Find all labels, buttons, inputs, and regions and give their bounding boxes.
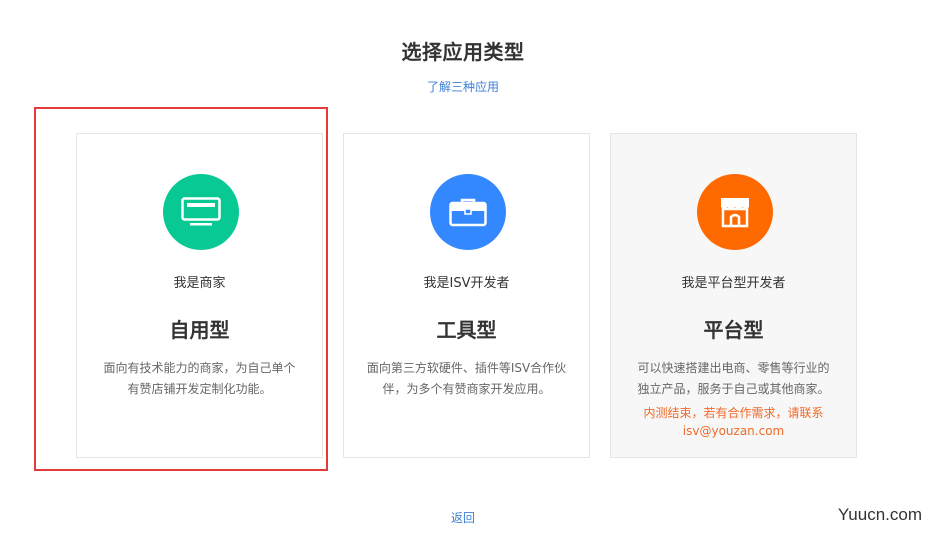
briefcase-icon-badge [430,174,506,250]
card-type-heading: 工具型 [436,318,497,342]
briefcase-icon [449,198,487,227]
card-type-heading: 自用型 [169,318,230,342]
card-role-label: 我是商家 [173,276,226,291]
card-description: 面向有技术能力的商家，为自己单个有赞店铺开发定制化功能。 [103,361,296,396]
card-description: 面向第三方软硬件、插件等ISV合作伙伴，为多个有赞商家开发应用。 [366,361,567,396]
app-type-card-tool[interactable]: 我是ISV开发者 工具型 面向第三方软硬件、插件等ISV合作伙伴，为多个有赞商家… [343,133,590,458]
card-description: 可以快速搭建出电商、零售等行业的独立产品，服务于自己或其他商家。 [637,361,830,396]
learn-app-types-link[interactable]: 了解三种应用 [0,78,926,95]
card-type-heading: 平台型 [703,318,764,342]
page-title: 选择应用类型 [401,40,525,64]
app-type-card-self-use[interactable]: 我是商家 自用型 面向有技术能力的商家，为自己单个有赞店铺开发定制化功能。 [76,133,323,458]
card-role-label: 我是ISV开发者 [423,276,510,291]
monitor-icon-badge [163,174,239,250]
back-link[interactable]: 返回 [0,509,926,526]
watermark: Yuucn.com [837,505,922,524]
monitor-icon [181,197,221,226]
card-notice: 内测结束，若有合作需求，请联系isv@youzan.com [643,406,824,438]
card-role-label: 我是平台型开发者 [681,276,786,291]
storefront-icon-badge [697,174,773,250]
storefront-icon [721,198,749,228]
app-type-card-platform[interactable]: 我是平台型开发者 平台型 可以快速搭建出电商、零售等行业的独立产品，服务于自己或… [610,133,857,458]
